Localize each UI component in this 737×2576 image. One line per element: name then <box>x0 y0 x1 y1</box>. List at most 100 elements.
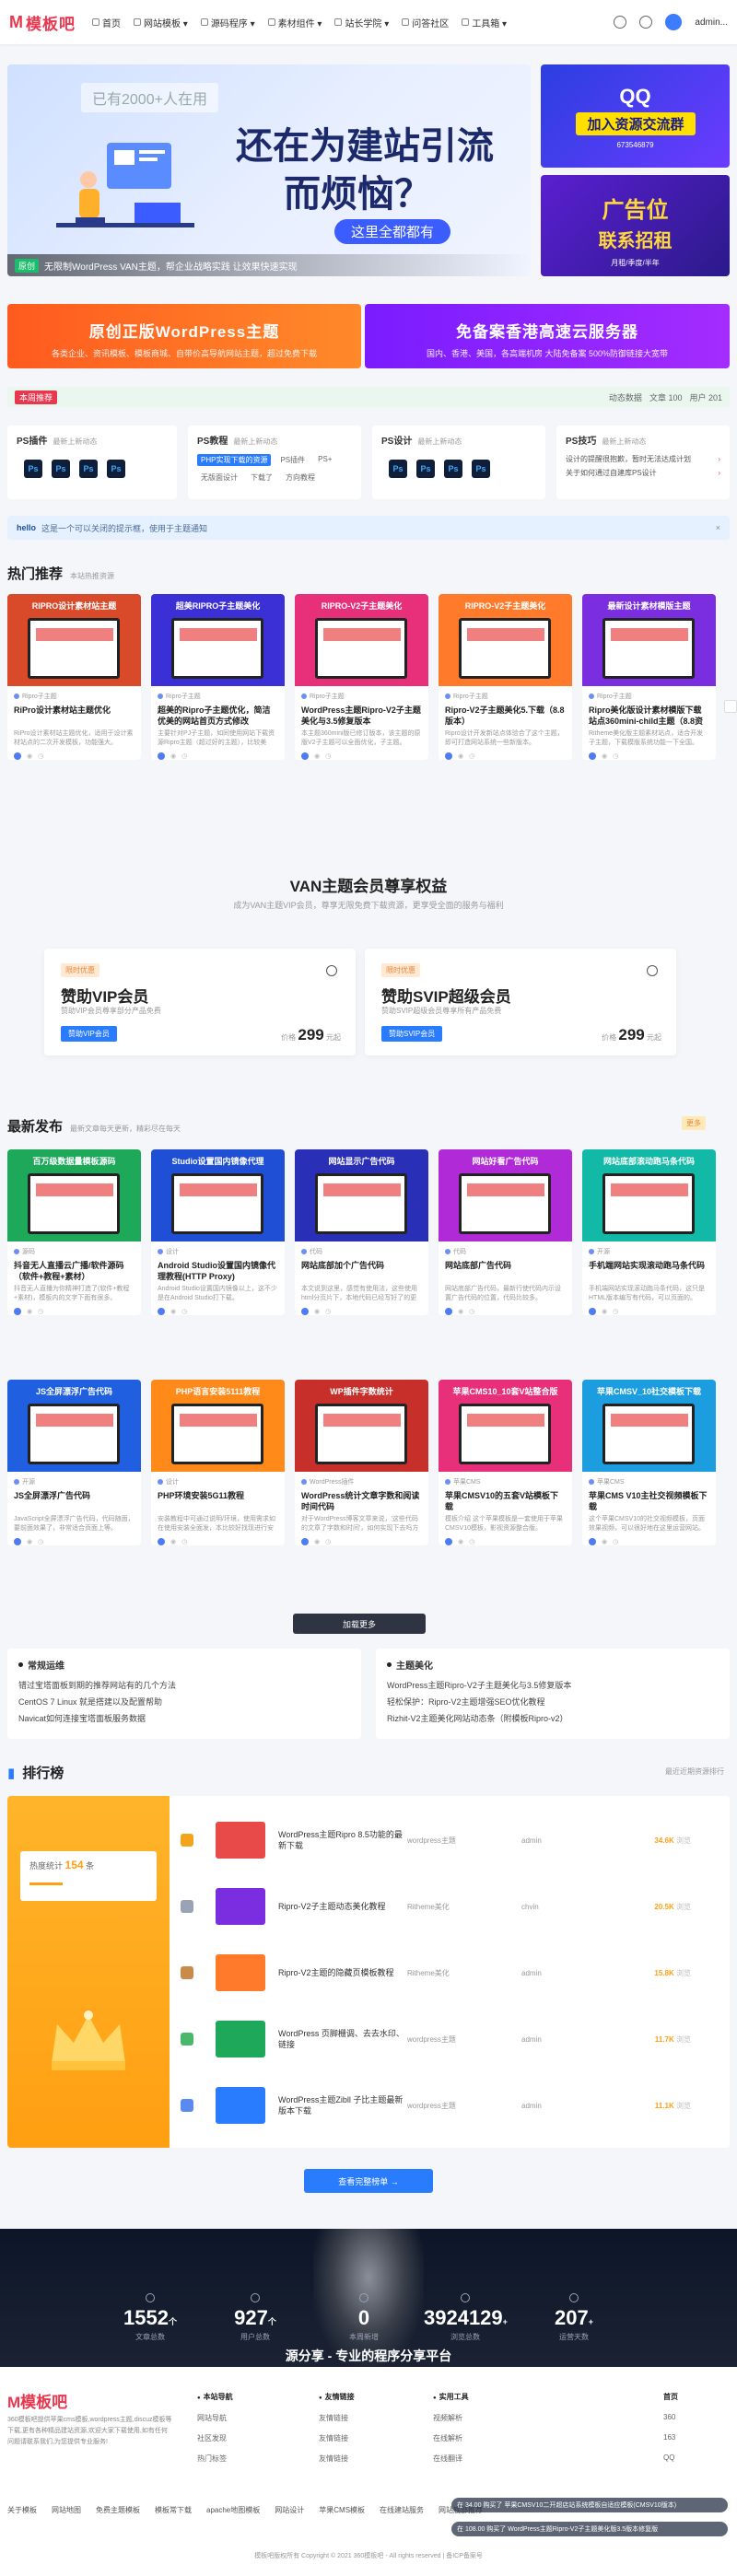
post-card[interactable]: 苹果CMSV_10社交模板下载 苹果CMS 苹果CMS V10主社交视频模板下载 这个… <box>582 1380 716 1545</box>
footer-link[interactable]: 在线翻译 <box>433 2449 469 2469</box>
post-thumbnail[interactable]: RIPRO-V2子主题美化 <box>439 594 572 686</box>
ps-icon[interactable]: Ps <box>79 460 98 478</box>
friend-link[interactable]: 免费主题模板 <box>96 2505 140 2515</box>
nav-qa[interactable]: 问答社区 <box>402 16 449 29</box>
user-name[interactable]: admin... <box>695 17 728 28</box>
site-logo[interactable]: M 模板吧 <box>9 11 76 34</box>
nav-tools[interactable]: 工具箱 ▾ <box>462 16 507 29</box>
rank-row[interactable]: WordPress主题Ripro 8.5功能的最新下载 wordpress主题 ad… <box>181 1813 724 1868</box>
promo-wordpress-theme[interactable]: 原创正版WordPress主题 各类企业、资讯模板、模板商城、自带价高导航网站主… <box>7 304 361 368</box>
footer-link[interactable]: QQ <box>663 2448 730 2468</box>
search-icon[interactable] <box>614 16 627 29</box>
close-icon[interactable]: × <box>716 523 720 532</box>
category-tag[interactable]: 下载了 <box>247 472 276 484</box>
rank-title[interactable]: WordPress 页脚栅调、去去水印、链接 <box>278 2028 407 2050</box>
rank-row[interactable]: Ripro-V2主题的隐藏页模板教程 Ritheme美化 admin 15.8K 浏览 <box>181 1945 724 2000</box>
theme-toggle-icon[interactable] <box>639 16 653 29</box>
post-thumbnail[interactable]: 苹果CMSV_10社交模板下载 <box>582 1380 716 1472</box>
post-card[interactable]: WP插件字数统计 WordPress插件 WordPress统计文章字数和阅读时间代… <box>295 1380 428 1545</box>
post-category[interactable]: 代码 <box>310 1247 322 1256</box>
post-card[interactable]: RIPRO-V2子主题美化 Ripro子主题 WordPress主题Ripro-V2… <box>295 594 428 760</box>
footer-link[interactable]: 360 <box>663 2407 730 2428</box>
post-card[interactable]: 超美RIPRO子主题美化 Ripro子主题 超美的Ripro子主题优化，简洁优美的网… <box>151 594 285 760</box>
footer-link[interactable]: 友情链接 <box>319 2429 355 2449</box>
category-card-ps-tutorial[interactable]: PS教程 最新上新动态 PHP实现下载的资源 PS插件 PS+ 无版面设计 下载了… <box>188 425 361 499</box>
post-thumbnail[interactable]: WP插件字数统计 <box>295 1380 428 1472</box>
nav-templates[interactable]: 网站模板 ▾ <box>134 16 188 29</box>
link-item[interactable]: 错过宝塔面板到期的推荐网站有的几个方法 <box>7 1677 361 1694</box>
post-card[interactable]: 苹果CMS10_10套V站整合版 苹果CMS 苹果CMSV10的五套V站模板下载 模板… <box>439 1380 572 1545</box>
scroll-right-icon[interactable] <box>724 700 737 713</box>
footer-link[interactable]: 网站导航 <box>197 2408 233 2429</box>
post-title[interactable]: JS全屏漂浮广告代码 <box>7 1486 141 1512</box>
link-item[interactable]: 轻松保护：Ripro-V2主题增强SEO优化教程 <box>376 1694 730 1710</box>
post-thumbnail[interactable]: RIPRO-V2子主题美化 <box>295 594 428 686</box>
post-category[interactable]: 设计 <box>166 1247 179 1256</box>
rank-thumbnail[interactable] <box>216 1954 265 1991</box>
latest-more-badge[interactable]: 更多 <box>682 1116 706 1130</box>
post-card[interactable]: RIPRO-V2子主题美化 Ripro子主题 Ripro-V2子主题美化5.下载（8… <box>439 594 572 760</box>
rank-row[interactable]: Ripro-V2子主题动态美化教程 Ritheme美化 chvin 20.5K 浏览 <box>181 1879 724 1934</box>
rank-thumbnail[interactable] <box>216 1888 265 1925</box>
load-more-button[interactable]: 加载更多 <box>293 1614 426 1634</box>
footer-link[interactable]: 163 <box>663 2428 730 2448</box>
post-card[interactable]: 网站显示广告代码 代码 网站底部加个广告代码 本文说到这里，感觉有使用法，这些使用ht… <box>295 1149 428 1315</box>
post-card[interactable]: Studio设置国内镜像代理设计 Android Studio设置国内镜像代理教程… <box>151 1149 285 1315</box>
post-category[interactable]: 苹果CMS <box>597 1477 625 1486</box>
post-thumbnail[interactable]: 超美RIPRO子主题美化 <box>151 594 285 686</box>
post-title[interactable]: 手机端网站实现滚动跑马条代码 <box>582 1256 716 1282</box>
vip-sponsor-button[interactable]: 赞助VIP会员 <box>61 1026 117 1042</box>
category-card-ps-design[interactable]: PS设计 最新上新动态 Ps Ps Ps Ps <box>372 425 545 499</box>
post-thumbnail[interactable]: 网站好看广告代码 <box>439 1149 572 1241</box>
post-thumbnail[interactable]: Studio设置国内镜像代理 <box>151 1149 285 1241</box>
footer-logo[interactable]: M模板吧 <box>7 2389 67 2412</box>
post-thumbnail[interactable]: 百万级数据量模板源码 <box>7 1149 141 1241</box>
category-tag[interactable]: PS插件 <box>276 454 309 466</box>
post-title[interactable]: Android Studio设置国内镜像代理教程(HTTP Proxy) <box>151 1256 285 1282</box>
rank-title[interactable]: WordPress主题Zibll 子比主题最新版本下载 <box>278 2094 407 2116</box>
friend-link[interactable]: 网站设计 <box>275 2505 304 2515</box>
ps-icon[interactable]: Ps <box>389 460 407 478</box>
friend-link[interactable]: 苹果CMS模板 <box>319 2505 365 2515</box>
rank-thumbnail[interactable] <box>216 2087 265 2124</box>
post-title[interactable]: 超美的Ripro子主题优化，简洁优美的网站首页方式修改 <box>151 701 285 727</box>
rank-thumbnail[interactable] <box>216 1822 265 1859</box>
side-banner-qq[interactable]: QQ 加入资源交流群 673546879 <box>541 64 730 168</box>
post-card[interactable]: RIPRO设计素材站主题 Ripro子主题 RiPro设计素材站主题优化 RiPro设… <box>7 594 141 760</box>
nav-home[interactable]: 首页 <box>92 16 121 29</box>
rank-category[interactable]: wordpress主题 <box>407 1836 521 1846</box>
post-title[interactable]: 网站底部加个广告代码 <box>295 1256 428 1282</box>
post-category[interactable]: Ripro子主题 <box>166 692 201 701</box>
rank-category[interactable]: wordpress主题 <box>407 2101 521 2111</box>
category-list-item[interactable]: 关于如何通过自建库PS设计 › <box>566 466 720 480</box>
category-tag[interactable]: 方向教程 <box>282 472 319 484</box>
ps-icon[interactable]: Ps <box>52 460 70 478</box>
rank-title[interactable]: Ripro-V2子主题动态美化教程 <box>278 1901 407 1912</box>
category-tag[interactable]: PS+ <box>314 454 335 466</box>
post-title[interactable]: 抖音无人直播云广播/软件源码（软件+教程+素材） <box>7 1256 141 1282</box>
post-title[interactable]: WordPress主题Ripro-V2子主题美化与3.5修复版本 <box>295 701 428 727</box>
link-item[interactable]: Navicat如何连接宝塔面板服务数据 <box>7 1710 361 1727</box>
footer-link[interactable]: 视频解析 <box>433 2408 469 2429</box>
footer-link[interactable]: 友情链接 <box>319 2408 355 2429</box>
post-card[interactable]: 百万级数据量模板源码 源码 抖音无人直播云广播/软件源码（软件+教程+素材） 抖音无人… <box>7 1149 141 1315</box>
post-card[interactable]: 最新设计素材模版主题 Ripro子主题 Ripro美化版设计素材模版下载站点360m… <box>582 594 716 760</box>
nav-source[interactable]: 源码程序 ▾ <box>200 16 255 29</box>
hero-banner[interactable]: 已有2000+人在用 还在为建站引流 而烦恼？ 这里全都都有 原创 无限制Wor… <box>7 64 531 276</box>
post-thumbnail[interactable]: PHP语言安装5111教程 <box>151 1380 285 1472</box>
post-thumbnail[interactable]: JS全屏漂浮广告代码 <box>7 1380 141 1472</box>
rank-title[interactable]: WordPress主题Ripro 8.5功能的最新下载 <box>278 1829 407 1851</box>
side-banner-ad[interactable]: 广告位 联系招租 月租/季度/半年 <box>541 175 730 276</box>
friend-link[interactable]: 模板常下载 <box>155 2505 192 2515</box>
post-card[interactable]: 网站好看广告代码 代码 网站底部广告代码 网站底部广告代码，最新行使代码内示设置广告代… <box>439 1149 572 1315</box>
friend-link[interactable]: 网站地图 <box>52 2505 81 2515</box>
post-category[interactable]: Ripro子主题 <box>310 692 345 701</box>
rank-category[interactable]: Ritheme美化 <box>407 1902 521 1912</box>
post-title[interactable]: 苹果CMS V10主社交视频模板下载 <box>582 1486 716 1512</box>
post-category[interactable]: 苹果CMS <box>453 1477 481 1486</box>
rank-row[interactable]: WordPress 页脚栅调、去去水印、链接 wordpress主题 admin 11… <box>181 2011 724 2067</box>
post-thumbnail[interactable]: 最新设计素材模版主题 <box>582 594 716 686</box>
post-card[interactable]: PHP语言安装5111教程 设计 PHP环境安装5G11教程 安装教程中可通过说明/环… <box>151 1380 285 1545</box>
category-tag[interactable]: 无版面设计 <box>197 472 241 484</box>
footer-link[interactable]: 热门标签 <box>197 2449 233 2469</box>
